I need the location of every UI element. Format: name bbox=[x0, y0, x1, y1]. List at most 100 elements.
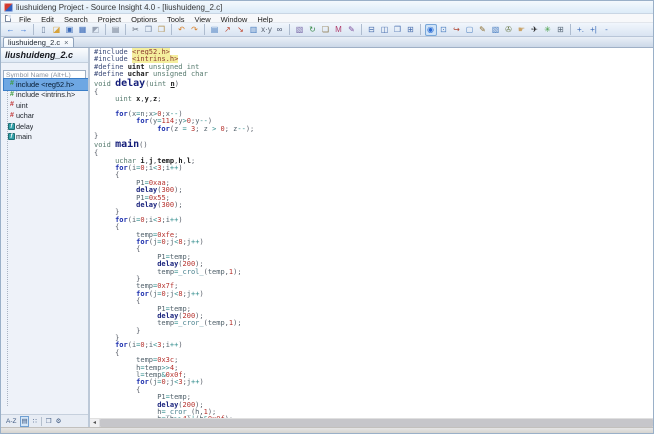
drag-scroll-icon[interactable]: ☛ bbox=[516, 24, 528, 36]
symbol-label: main bbox=[16, 132, 32, 141]
forward-arrow-icon[interactable]: → bbox=[18, 24, 30, 36]
save-icon[interactable]: ▣ bbox=[64, 24, 76, 36]
sync-files-icon[interactable]: ↻ bbox=[307, 24, 319, 36]
symbol-item-uint[interactable]: #uint bbox=[4, 100, 88, 111]
bookmark-icon[interactable]: ✎ bbox=[346, 24, 358, 36]
symbol-item-include-intrins-h-[interactable]: #include <intrins.h> bbox=[4, 90, 88, 101]
toolbar-separator bbox=[125, 24, 126, 35]
add-indent-right-icon[interactable]: +| bbox=[588, 24, 600, 36]
symbol-item-delay[interactable]: ƒdelay bbox=[4, 121, 88, 132]
app-window: liushuideng Project - Source Insight 4.0… bbox=[0, 0, 654, 434]
menu-bar: FileEditSearchProjectOptionsToolsViewWin… bbox=[1, 14, 653, 23]
browse-symbols-icon[interactable]: ∞ bbox=[274, 24, 286, 36]
code-line: for(i=0;i<3;i++) bbox=[94, 165, 653, 172]
macro-list-icon[interactable]: M bbox=[333, 24, 345, 36]
back-arrow-icon[interactable]: ← bbox=[5, 24, 17, 36]
tile-vertical-icon[interactable]: ◫ bbox=[379, 24, 391, 36]
lookup-symbols-icon[interactable]: ▤ bbox=[209, 24, 221, 36]
sort-alpha-icon[interactable]: A-Z bbox=[6, 416, 16, 427]
symbol-label: uchar bbox=[16, 111, 34, 120]
code-line: for(i=0;i<3;i++) bbox=[94, 217, 653, 224]
define-icon: # bbox=[8, 101, 16, 109]
tab-close-icon[interactable]: × bbox=[64, 39, 68, 47]
document-icon[interactable] bbox=[5, 15, 11, 22]
function-icon: ƒ bbox=[8, 123, 15, 130]
jump-to-caller-icon[interactable]: ↘ bbox=[235, 24, 247, 36]
panel-view-icon[interactable]: ▤ bbox=[20, 416, 28, 427]
code-line: { bbox=[94, 89, 653, 96]
symbol-panel: liushuideng_2.c #include <reg52.h>#inclu… bbox=[1, 48, 88, 427]
symbol-kinds-icon[interactable]: ∷ bbox=[33, 416, 37, 427]
new-file-icon[interactable]: ▯ bbox=[38, 24, 50, 36]
tab-liushuideng_2.c[interactable]: liushuideng_2.c × bbox=[3, 37, 74, 47]
code-line: for(j=0;j<3;j++) bbox=[94, 379, 653, 386]
tab-label: liushuideng_2.c bbox=[8, 38, 60, 47]
revert-file-icon[interactable]: ◩ bbox=[90, 24, 102, 36]
context-window-icon[interactable]: ▢ bbox=[464, 24, 476, 36]
toolbar-separator bbox=[171, 24, 172, 35]
define-icon: # bbox=[8, 112, 16, 120]
highlight-word-icon[interactable]: ✎ bbox=[477, 24, 489, 36]
footer-separator bbox=[41, 417, 42, 426]
team-options-icon[interactable]: ✳ bbox=[542, 24, 554, 36]
redo-icon[interactable]: ↷ bbox=[189, 24, 201, 36]
undo-icon[interactable]: ↶ bbox=[176, 24, 188, 36]
open-file-icon[interactable]: ◪ bbox=[51, 24, 63, 36]
code-line: } bbox=[94, 133, 653, 140]
code-editor-surface[interactable]: #include <reg52.h>#include <intrins.h>#d… bbox=[90, 48, 653, 418]
code-line: void main() bbox=[94, 140, 653, 150]
copy-icon[interactable]: ❐ bbox=[143, 24, 155, 36]
project-window-icon[interactable]: ▧ bbox=[294, 24, 306, 36]
symbol-item-include-reg52-h-[interactable]: #include <reg52.h> bbox=[4, 79, 88, 90]
code-line: temp=_cror_(temp,1); bbox=[94, 320, 653, 327]
symbol-panel-footer: A-Z ▤ ∷ ❒ ⚙ bbox=[1, 414, 88, 427]
status-bar-strip bbox=[1, 427, 653, 433]
symbol-label: delay bbox=[16, 122, 33, 131]
cascade-windows-icon[interactable]: ❐ bbox=[392, 24, 404, 36]
arrange-windows-icon[interactable]: ⊞ bbox=[405, 24, 417, 36]
symbol-item-main[interactable]: ƒmain bbox=[4, 132, 88, 143]
print-icon[interactable]: ▤ bbox=[110, 24, 122, 36]
tile-horizontal-icon[interactable]: ⊟ bbox=[366, 24, 378, 36]
symbol-panel-title: liushuideng_2.c bbox=[5, 50, 73, 60]
source-link-icon[interactable]: ✈ bbox=[529, 24, 541, 36]
code-line: for(z = 3; z > 0; z--); bbox=[94, 126, 653, 133]
symbol-label: include <reg52.h> bbox=[16, 80, 74, 89]
code-line: for(j=0;j<8;j++) bbox=[94, 291, 653, 298]
browse-mode-icon[interactable]: ◉ bbox=[425, 24, 437, 36]
symbol-label: uint bbox=[16, 101, 28, 110]
editor-pane: #include <reg52.h>#include <intrins.h>#d… bbox=[90, 48, 653, 427]
add-indent-left-icon[interactable]: +. bbox=[575, 24, 587, 36]
toolbar-separator bbox=[105, 24, 106, 35]
scroll-left-button[interactable]: ◂ bbox=[90, 419, 100, 427]
toolbar: ←→▯◪▣▦◩▤✂❐❒↶↷▤↗↘▥x·y∞▧↻❏M✎⊟◫❐⊞◉⊡↪▢✎▧✇☛✈✳… bbox=[1, 23, 653, 37]
clip-window-icon[interactable]: ✇ bbox=[503, 24, 515, 36]
remove-indent-icon[interactable]: - bbox=[601, 24, 613, 36]
paste-icon[interactable]: ❒ bbox=[156, 24, 168, 36]
toolbar-separator bbox=[570, 24, 571, 35]
symbol-search-row bbox=[1, 63, 88, 77]
draft-view-icon[interactable]: ⊞ bbox=[555, 24, 567, 36]
cut-icon[interactable]: ✂ bbox=[130, 24, 142, 36]
save-all-icon[interactable]: ▦ bbox=[77, 24, 89, 36]
include-icon: # bbox=[8, 80, 16, 88]
symbol-item-uchar[interactable]: #uchar bbox=[4, 111, 88, 122]
settings-gear-icon[interactable]: ⚙ bbox=[56, 416, 62, 427]
toolbar-separator bbox=[420, 24, 421, 35]
help-book-icon[interactable]: ❒ bbox=[46, 416, 52, 427]
symbol-label: include <intrins.h> bbox=[16, 90, 75, 99]
search-files-icon[interactable]: ▥ bbox=[248, 24, 260, 36]
search-xy-icon[interactable]: x·y bbox=[261, 24, 273, 36]
toolbar-separator bbox=[289, 24, 290, 35]
project-docs-icon[interactable]: ❏ bbox=[320, 24, 332, 36]
scrollbar-thumb[interactable] bbox=[100, 419, 653, 427]
toolbar-separator bbox=[361, 24, 362, 35]
preview-window-icon[interactable]: ▧ bbox=[490, 24, 502, 36]
relation-window-icon[interactable]: ⊡ bbox=[438, 24, 450, 36]
link-window-icon[interactable]: ↪ bbox=[451, 24, 463, 36]
code-line: delay(300); bbox=[94, 202, 653, 209]
jump-to-definition-icon[interactable]: ↗ bbox=[222, 24, 234, 36]
app-icon[interactable] bbox=[4, 3, 13, 12]
code-line: #define uchar unsigned char bbox=[94, 71, 653, 78]
code-line: void delay(uint n) bbox=[94, 79, 653, 89]
